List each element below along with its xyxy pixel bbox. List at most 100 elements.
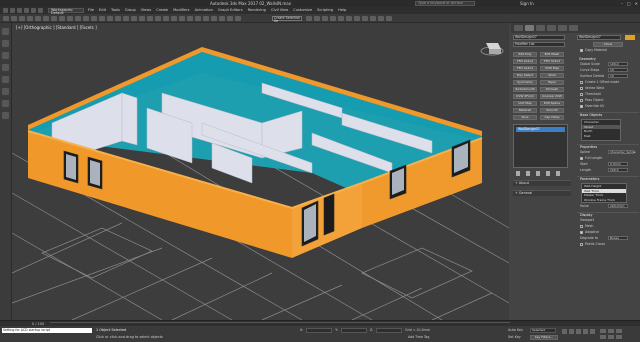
snap-icon[interactable] xyxy=(123,16,129,21)
param-value[interactable]: 10 xyxy=(608,68,628,72)
display-tab-icon[interactable] xyxy=(558,25,567,31)
checkbox-box[interactable] xyxy=(580,80,583,84)
zoom-extents-icon[interactable] xyxy=(616,329,622,333)
modifier-list-dropdown[interactable]: Modifier List xyxy=(513,42,565,47)
key-mode-dropdown[interactable]: Selected xyxy=(530,328,556,333)
checkbox-box[interactable] xyxy=(580,230,583,234)
scene-explorer-icon[interactable] xyxy=(2,28,9,35)
menu-item[interactable]: Rendering xyxy=(248,8,266,12)
param-value[interactable]: 100.0 xyxy=(608,62,628,66)
parameters-list[interactable]: Wall Height Wall Thick Plaster Thick Window… xyxy=(581,183,627,203)
make-unique-icon[interactable] xyxy=(536,171,540,176)
move-icon[interactable] xyxy=(83,16,89,21)
maximize-icon[interactable]: □ xyxy=(627,1,631,6)
rendered-frame-window-icon[interactable] xyxy=(370,16,376,21)
redo-icon[interactable] xyxy=(11,16,17,21)
modifier-button[interactable]: Smooth xyxy=(540,108,564,113)
schematic-view-icon[interactable] xyxy=(346,16,352,21)
modifier-button[interactable]: Edit Mesh xyxy=(540,52,564,57)
checkbox-box[interactable] xyxy=(580,104,583,108)
maxscript-listener[interactable]: Setting for ACD startup script xyxy=(2,328,92,333)
layer-manager-icon[interactable] xyxy=(179,16,185,21)
viewport[interactable]: [+] [Orthographic ] [Standard ] [Facets … xyxy=(12,23,509,320)
mirror-icon[interactable] xyxy=(163,16,169,21)
z-field[interactable] xyxy=(376,328,403,333)
minimize-icon[interactable]: – xyxy=(621,1,623,6)
remove-modifier-icon[interactable] xyxy=(546,171,550,176)
window-crossing-icon[interactable] xyxy=(75,16,81,21)
modifier-button[interactable]: FFD 2x2x2 xyxy=(513,59,537,64)
checkbox-box[interactable] xyxy=(580,48,583,52)
pivot-icon[interactable] xyxy=(115,16,121,21)
checkbox-box[interactable] xyxy=(580,86,583,90)
rect-select-icon[interactable] xyxy=(67,16,73,21)
modifier-button[interactable]: Edit Spline xyxy=(540,101,564,106)
base-object-item[interactable]: East xyxy=(582,134,620,139)
ribbon-icon[interactable] xyxy=(187,16,193,21)
checkbox-box[interactable] xyxy=(580,156,583,160)
modifier-button[interactable]: Cap Holes xyxy=(540,115,564,120)
filter-icon[interactable] xyxy=(43,16,49,21)
menu-item[interactable]: Modifiers xyxy=(173,8,189,12)
render-frame-icon[interactable] xyxy=(227,16,233,21)
edit-named-sel-icon[interactable] xyxy=(155,16,161,21)
reference-icon[interactable] xyxy=(107,16,113,21)
checkbox-box[interactable] xyxy=(580,92,583,96)
x-field[interactable] xyxy=(306,328,333,333)
length-value[interactable]: 100.0 xyxy=(608,168,628,172)
spinner-snap-icon[interactable] xyxy=(147,16,153,21)
value-value[interactable]: 200.0mm xyxy=(608,204,628,208)
radio-box[interactable] xyxy=(580,224,583,228)
link-icon[interactable] xyxy=(19,16,25,21)
select-icon[interactable] xyxy=(51,16,57,21)
menu-item[interactable]: Views xyxy=(141,8,151,12)
checkbox-box[interactable] xyxy=(580,98,583,102)
zoom-icon[interactable] xyxy=(600,329,606,333)
start-value[interactable]: 0.0mm xyxy=(608,162,628,166)
modifier-button[interactable]: UVW Map xyxy=(540,66,564,71)
configure-sets-icon[interactable] xyxy=(556,171,560,176)
sign-in-link[interactable]: Sign In xyxy=(520,1,534,6)
modifier-button[interactable]: FFD 4x4x4 xyxy=(513,66,537,71)
motion-tab-icon[interactable] xyxy=(547,25,556,31)
curve-editor-icon[interactable] xyxy=(195,16,201,21)
modifier-button[interactable]: Symmetry xyxy=(513,80,537,85)
y-field[interactable] xyxy=(340,328,367,333)
general-rollout[interactable]: + General xyxy=(513,190,571,196)
field-of-view-icon[interactable] xyxy=(600,335,606,339)
auto-key-button[interactable]: Auto Key xyxy=(508,328,523,332)
menu-item[interactable]: Help xyxy=(338,8,346,12)
next-frame-icon[interactable] xyxy=(583,329,588,334)
modifier-button[interactable]: Edit Poly xyxy=(513,52,537,57)
menu-item[interactable]: Create xyxy=(156,8,168,12)
spline-value[interactable]: Character_Spline xyxy=(608,150,636,154)
object-name-field[interactable]: WallDesign07 xyxy=(513,35,565,40)
param-value[interactable]: 10 xyxy=(608,74,628,78)
orbit-icon[interactable] xyxy=(616,335,622,339)
close-icon[interactable]: ✕ xyxy=(635,1,638,6)
create-tab-icon[interactable] xyxy=(514,25,523,31)
render-icon[interactable] xyxy=(235,16,241,21)
play-icon[interactable] xyxy=(576,329,581,334)
viewcube[interactable] xyxy=(480,43,504,56)
render-setup-icon[interactable] xyxy=(219,16,225,21)
modifier-stack[interactable]: WallDesign07 xyxy=(513,124,568,168)
unlink-icon[interactable] xyxy=(27,16,33,21)
select-by-name-icon[interactable] xyxy=(59,16,65,21)
percent-snap-icon[interactable] xyxy=(139,16,145,21)
object-name-right[interactable]: WallDesign07 xyxy=(577,35,621,40)
points-cloud-checkbox[interactable]: Points Cloud xyxy=(577,241,639,247)
menu-item[interactable]: Edit xyxy=(99,8,106,12)
toggle-layer-explorer-icon[interactable] xyxy=(330,16,336,21)
utilities-tab-icon[interactable] xyxy=(569,25,578,31)
modifier-button[interactable]: TurboSmooth xyxy=(513,87,537,92)
degrade-value[interactable]: Boxes xyxy=(608,236,628,240)
sort-icon[interactable] xyxy=(2,100,9,107)
checkbox-box[interactable] xyxy=(580,242,583,246)
angle-snap-icon[interactable] xyxy=(131,16,137,21)
search-input[interactable]: Type a keyword or phrase xyxy=(415,1,475,6)
layer-icon[interactable] xyxy=(2,40,9,47)
menu-item[interactable]: Scripting xyxy=(317,8,333,12)
modifier-button[interactable]: Unit Map xyxy=(513,101,537,106)
modifier-button[interactable]: Material xyxy=(513,108,537,113)
